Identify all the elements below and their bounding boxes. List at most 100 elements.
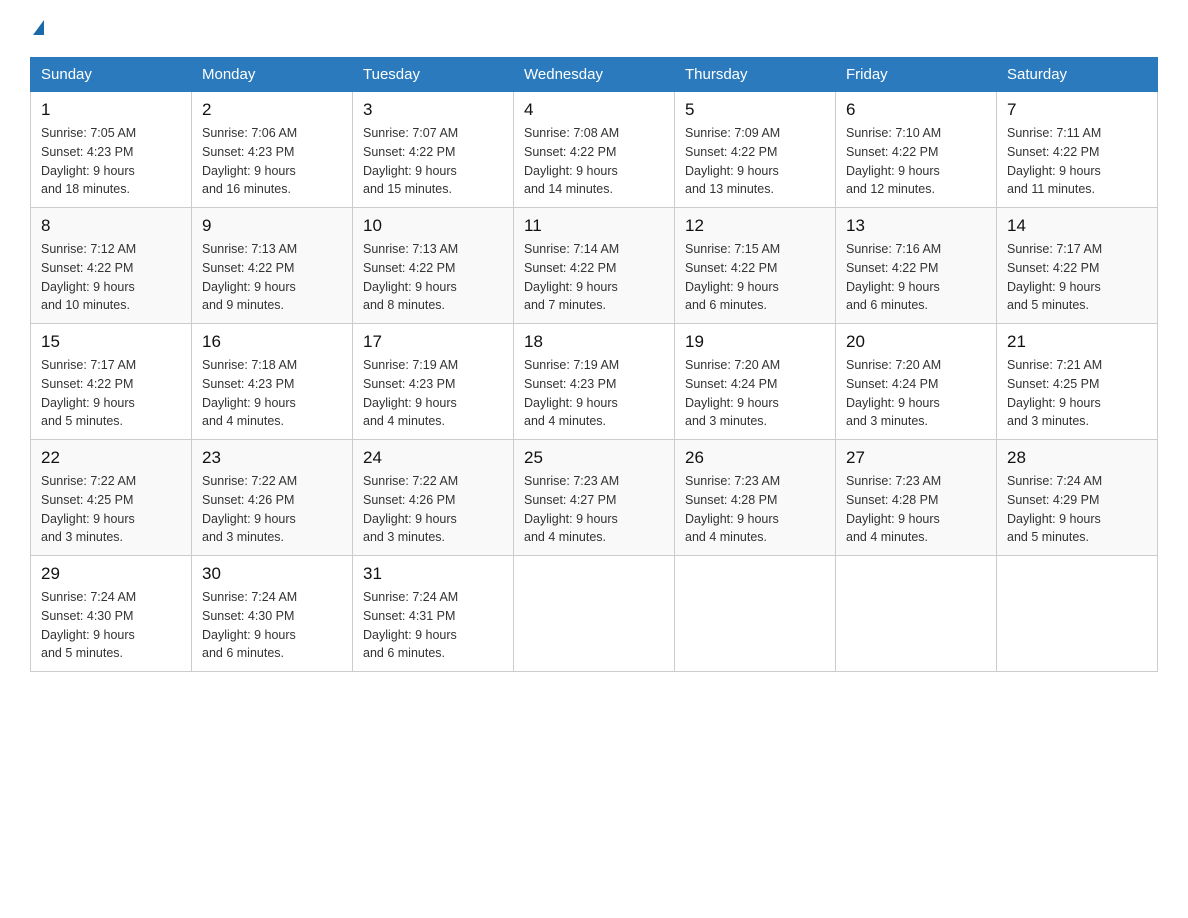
day-info: Sunrise: 7:18 AM Sunset: 4:23 PM Dayligh… bbox=[202, 356, 342, 431]
calendar-day-cell: 29 Sunrise: 7:24 AM Sunset: 4:30 PM Dayl… bbox=[31, 556, 192, 672]
calendar-day-cell: 27 Sunrise: 7:23 AM Sunset: 4:28 PM Dayl… bbox=[836, 440, 997, 556]
calendar-week-row: 22 Sunrise: 7:22 AM Sunset: 4:25 PM Dayl… bbox=[31, 440, 1158, 556]
day-info: Sunrise: 7:21 AM Sunset: 4:25 PM Dayligh… bbox=[1007, 356, 1147, 431]
calendar-day-cell: 28 Sunrise: 7:24 AM Sunset: 4:29 PM Dayl… bbox=[997, 440, 1158, 556]
calendar-day-cell: 30 Sunrise: 7:24 AM Sunset: 4:30 PM Dayl… bbox=[192, 556, 353, 672]
logo bbox=[30, 20, 44, 37]
page-header bbox=[30, 20, 1158, 37]
calendar-day-cell: 12 Sunrise: 7:15 AM Sunset: 4:22 PM Dayl… bbox=[675, 208, 836, 324]
day-info: Sunrise: 7:19 AM Sunset: 4:23 PM Dayligh… bbox=[524, 356, 664, 431]
day-info: Sunrise: 7:22 AM Sunset: 4:25 PM Dayligh… bbox=[41, 472, 181, 547]
calendar-day-cell: 26 Sunrise: 7:23 AM Sunset: 4:28 PM Dayl… bbox=[675, 440, 836, 556]
calendar-day-cell: 1 Sunrise: 7:05 AM Sunset: 4:23 PM Dayli… bbox=[31, 92, 192, 208]
header-thursday: Thursday bbox=[675, 58, 836, 92]
day-number: 26 bbox=[685, 448, 825, 468]
calendar-day-cell: 11 Sunrise: 7:14 AM Sunset: 4:22 PM Dayl… bbox=[514, 208, 675, 324]
day-info: Sunrise: 7:20 AM Sunset: 4:24 PM Dayligh… bbox=[846, 356, 986, 431]
day-number: 7 bbox=[1007, 100, 1147, 120]
calendar-day-cell: 21 Sunrise: 7:21 AM Sunset: 4:25 PM Dayl… bbox=[997, 324, 1158, 440]
day-number: 24 bbox=[363, 448, 503, 468]
day-info: Sunrise: 7:24 AM Sunset: 4:31 PM Dayligh… bbox=[363, 588, 503, 663]
day-info: Sunrise: 7:05 AM Sunset: 4:23 PM Dayligh… bbox=[41, 124, 181, 199]
day-number: 9 bbox=[202, 216, 342, 236]
day-number: 23 bbox=[202, 448, 342, 468]
day-number: 21 bbox=[1007, 332, 1147, 352]
calendar-day-cell: 5 Sunrise: 7:09 AM Sunset: 4:22 PM Dayli… bbox=[675, 92, 836, 208]
calendar-day-cell: 23 Sunrise: 7:22 AM Sunset: 4:26 PM Dayl… bbox=[192, 440, 353, 556]
calendar-week-row: 29 Sunrise: 7:24 AM Sunset: 4:30 PM Dayl… bbox=[31, 556, 1158, 672]
day-number: 22 bbox=[41, 448, 181, 468]
calendar-day-cell: 10 Sunrise: 7:13 AM Sunset: 4:22 PM Dayl… bbox=[353, 208, 514, 324]
day-info: Sunrise: 7:16 AM Sunset: 4:22 PM Dayligh… bbox=[846, 240, 986, 315]
day-info: Sunrise: 7:23 AM Sunset: 4:27 PM Dayligh… bbox=[524, 472, 664, 547]
calendar-table: SundayMondayTuesdayWednesdayThursdayFrid… bbox=[30, 57, 1158, 672]
day-number: 8 bbox=[41, 216, 181, 236]
day-info: Sunrise: 7:24 AM Sunset: 4:30 PM Dayligh… bbox=[41, 588, 181, 663]
calendar-day-cell: 20 Sunrise: 7:20 AM Sunset: 4:24 PM Dayl… bbox=[836, 324, 997, 440]
day-info: Sunrise: 7:10 AM Sunset: 4:22 PM Dayligh… bbox=[846, 124, 986, 199]
calendar-day-cell: 19 Sunrise: 7:20 AM Sunset: 4:24 PM Dayl… bbox=[675, 324, 836, 440]
day-number: 14 bbox=[1007, 216, 1147, 236]
day-number: 1 bbox=[41, 100, 181, 120]
day-number: 27 bbox=[846, 448, 986, 468]
day-info: Sunrise: 7:13 AM Sunset: 4:22 PM Dayligh… bbox=[202, 240, 342, 315]
header-friday: Friday bbox=[836, 58, 997, 92]
day-number: 17 bbox=[363, 332, 503, 352]
calendar-day-cell: 3 Sunrise: 7:07 AM Sunset: 4:22 PM Dayli… bbox=[353, 92, 514, 208]
header-tuesday: Tuesday bbox=[353, 58, 514, 92]
calendar-day-cell: 4 Sunrise: 7:08 AM Sunset: 4:22 PM Dayli… bbox=[514, 92, 675, 208]
day-number: 15 bbox=[41, 332, 181, 352]
day-info: Sunrise: 7:20 AM Sunset: 4:24 PM Dayligh… bbox=[685, 356, 825, 431]
header-sunday: Sunday bbox=[31, 58, 192, 92]
day-number: 12 bbox=[685, 216, 825, 236]
logo-triangle-icon bbox=[33, 20, 44, 35]
day-info: Sunrise: 7:14 AM Sunset: 4:22 PM Dayligh… bbox=[524, 240, 664, 315]
calendar-day-cell: 31 Sunrise: 7:24 AM Sunset: 4:31 PM Dayl… bbox=[353, 556, 514, 672]
calendar-day-cell: 14 Sunrise: 7:17 AM Sunset: 4:22 PM Dayl… bbox=[997, 208, 1158, 324]
day-number: 3 bbox=[363, 100, 503, 120]
day-number: 30 bbox=[202, 564, 342, 584]
day-info: Sunrise: 7:06 AM Sunset: 4:23 PM Dayligh… bbox=[202, 124, 342, 199]
calendar-week-row: 15 Sunrise: 7:17 AM Sunset: 4:22 PM Dayl… bbox=[31, 324, 1158, 440]
day-number: 25 bbox=[524, 448, 664, 468]
header-monday: Monday bbox=[192, 58, 353, 92]
empty-cell bbox=[514, 556, 675, 672]
calendar-day-cell: 25 Sunrise: 7:23 AM Sunset: 4:27 PM Dayl… bbox=[514, 440, 675, 556]
day-info: Sunrise: 7:17 AM Sunset: 4:22 PM Dayligh… bbox=[1007, 240, 1147, 315]
calendar-week-row: 8 Sunrise: 7:12 AM Sunset: 4:22 PM Dayli… bbox=[31, 208, 1158, 324]
day-number: 18 bbox=[524, 332, 664, 352]
empty-cell bbox=[836, 556, 997, 672]
calendar-day-cell: 8 Sunrise: 7:12 AM Sunset: 4:22 PM Dayli… bbox=[31, 208, 192, 324]
day-number: 5 bbox=[685, 100, 825, 120]
calendar-day-cell: 24 Sunrise: 7:22 AM Sunset: 4:26 PM Dayl… bbox=[353, 440, 514, 556]
calendar-day-cell: 15 Sunrise: 7:17 AM Sunset: 4:22 PM Dayl… bbox=[31, 324, 192, 440]
calendar-week-row: 1 Sunrise: 7:05 AM Sunset: 4:23 PM Dayli… bbox=[31, 92, 1158, 208]
day-info: Sunrise: 7:22 AM Sunset: 4:26 PM Dayligh… bbox=[202, 472, 342, 547]
day-info: Sunrise: 7:08 AM Sunset: 4:22 PM Dayligh… bbox=[524, 124, 664, 199]
day-number: 19 bbox=[685, 332, 825, 352]
calendar-day-cell: 16 Sunrise: 7:18 AM Sunset: 4:23 PM Dayl… bbox=[192, 324, 353, 440]
day-number: 2 bbox=[202, 100, 342, 120]
day-info: Sunrise: 7:13 AM Sunset: 4:22 PM Dayligh… bbox=[363, 240, 503, 315]
day-info: Sunrise: 7:12 AM Sunset: 4:22 PM Dayligh… bbox=[41, 240, 181, 315]
calendar-day-cell: 22 Sunrise: 7:22 AM Sunset: 4:25 PM Dayl… bbox=[31, 440, 192, 556]
day-info: Sunrise: 7:24 AM Sunset: 4:30 PM Dayligh… bbox=[202, 588, 342, 663]
header-saturday: Saturday bbox=[997, 58, 1158, 92]
header-wednesday: Wednesday bbox=[514, 58, 675, 92]
day-info: Sunrise: 7:19 AM Sunset: 4:23 PM Dayligh… bbox=[363, 356, 503, 431]
calendar-day-cell: 18 Sunrise: 7:19 AM Sunset: 4:23 PM Dayl… bbox=[514, 324, 675, 440]
day-info: Sunrise: 7:09 AM Sunset: 4:22 PM Dayligh… bbox=[685, 124, 825, 199]
calendar-day-cell: 7 Sunrise: 7:11 AM Sunset: 4:22 PM Dayli… bbox=[997, 92, 1158, 208]
day-info: Sunrise: 7:17 AM Sunset: 4:22 PM Dayligh… bbox=[41, 356, 181, 431]
day-number: 4 bbox=[524, 100, 664, 120]
day-number: 11 bbox=[524, 216, 664, 236]
day-info: Sunrise: 7:23 AM Sunset: 4:28 PM Dayligh… bbox=[685, 472, 825, 547]
day-info: Sunrise: 7:07 AM Sunset: 4:22 PM Dayligh… bbox=[363, 124, 503, 199]
day-info: Sunrise: 7:22 AM Sunset: 4:26 PM Dayligh… bbox=[363, 472, 503, 547]
day-info: Sunrise: 7:24 AM Sunset: 4:29 PM Dayligh… bbox=[1007, 472, 1147, 547]
calendar-day-cell: 2 Sunrise: 7:06 AM Sunset: 4:23 PM Dayli… bbox=[192, 92, 353, 208]
day-info: Sunrise: 7:15 AM Sunset: 4:22 PM Dayligh… bbox=[685, 240, 825, 315]
calendar-day-cell: 13 Sunrise: 7:16 AM Sunset: 4:22 PM Dayl… bbox=[836, 208, 997, 324]
day-number: 16 bbox=[202, 332, 342, 352]
day-info: Sunrise: 7:11 AM Sunset: 4:22 PM Dayligh… bbox=[1007, 124, 1147, 199]
